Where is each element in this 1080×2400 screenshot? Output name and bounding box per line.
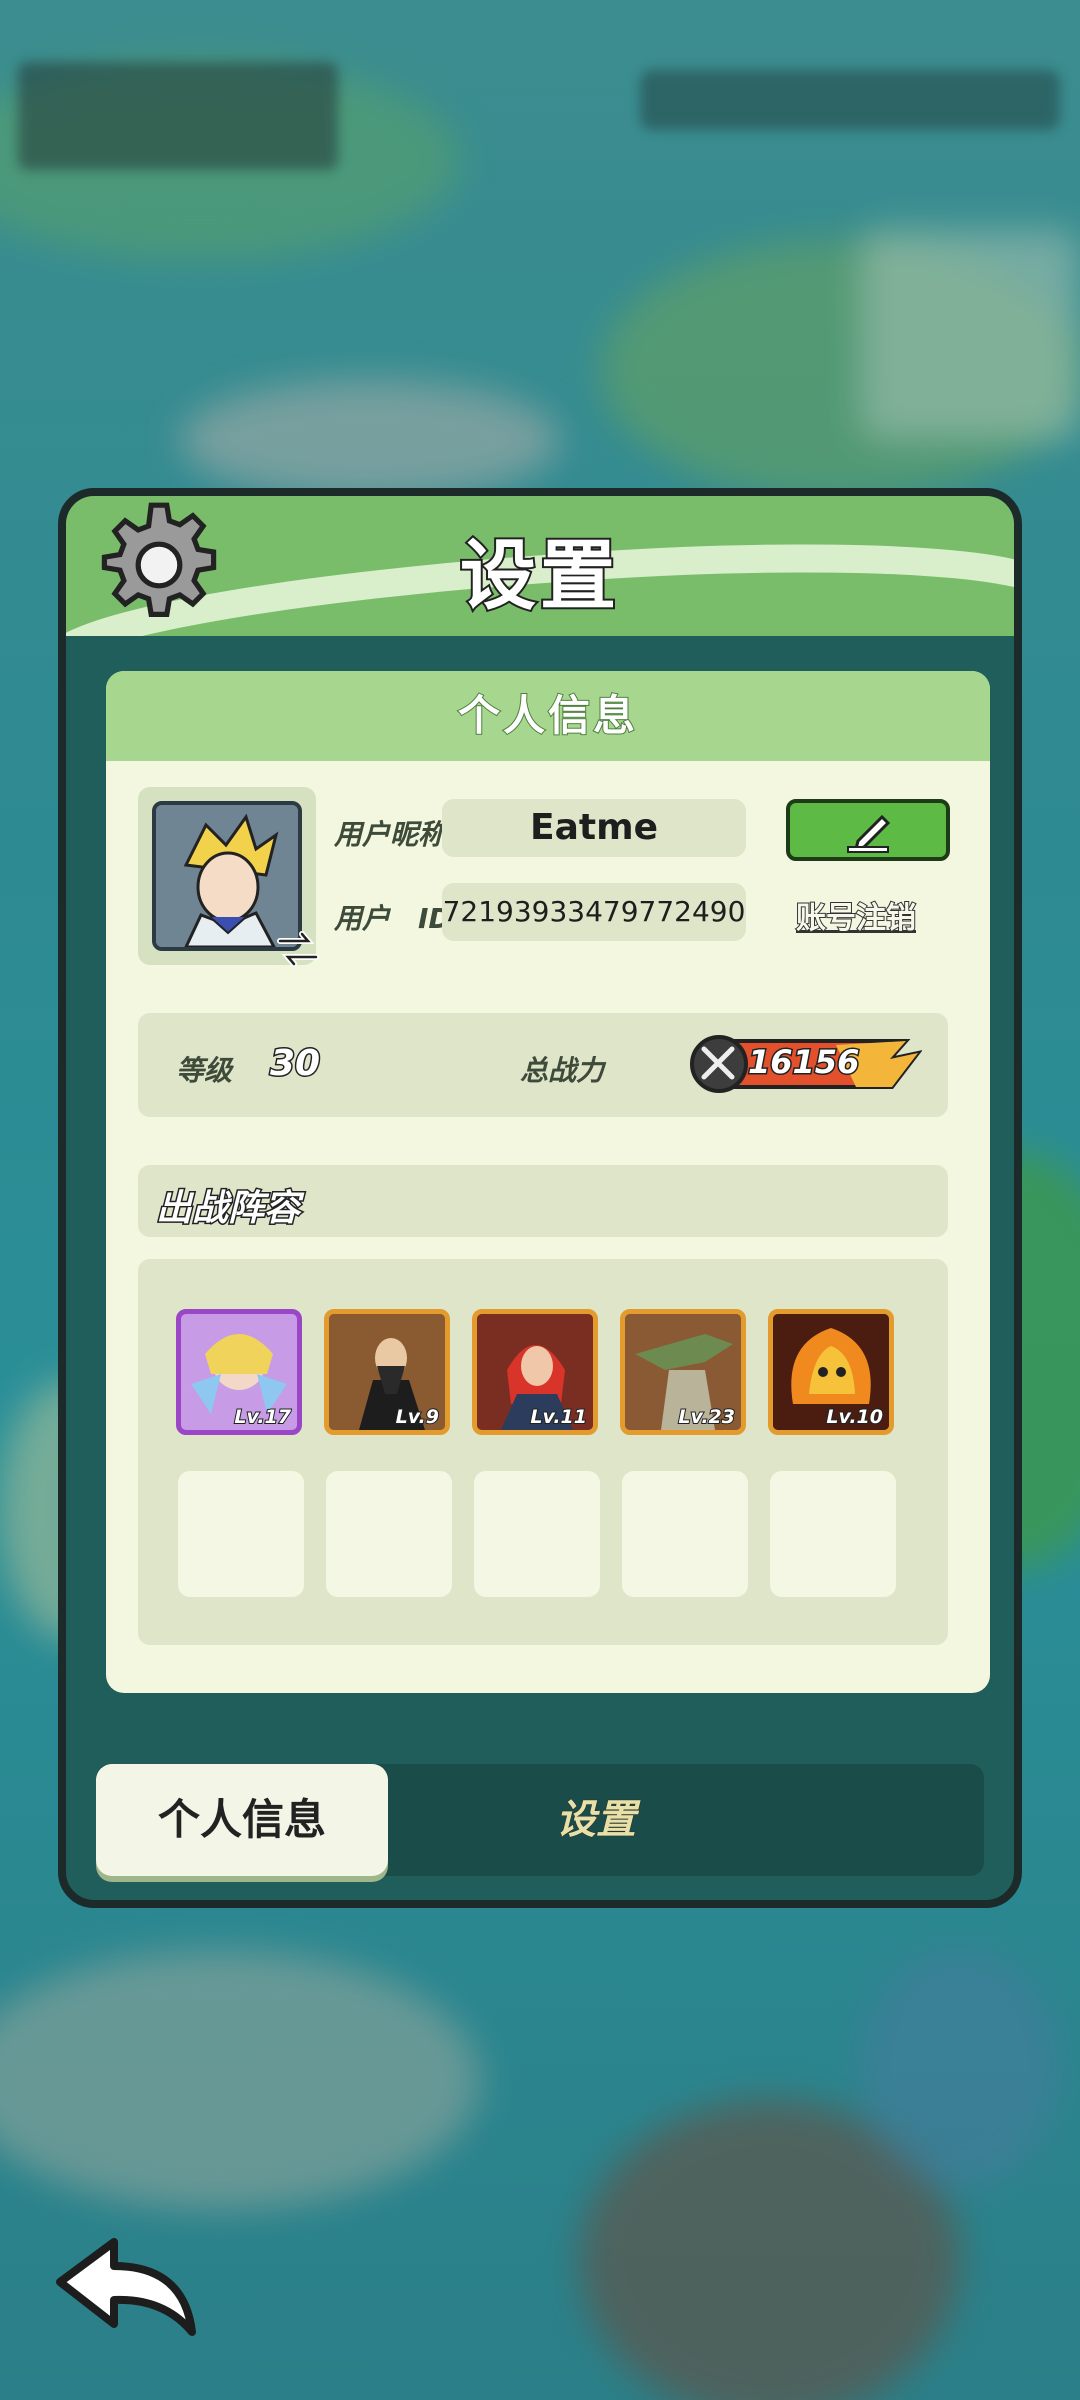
hero-slot-5[interactable]: Lv.10 <box>768 1309 894 1435</box>
lineup-header: 出战阵容 <box>138 1165 948 1237</box>
settings-dialog: 设置 个人信息 用户昵称 Eatme 用户 ID 721939334797724… <box>58 488 1022 1908</box>
user-id-field: 72193933479772490 <box>442 883 746 941</box>
hero-level: Lv.9 <box>395 1405 440 1429</box>
empty-hero-slot[interactable] <box>474 1471 600 1597</box>
nickname-field: Eatme <box>442 799 746 857</box>
hero-level: Lv.11 <box>529 1405 588 1429</box>
pencil-icon <box>847 814 891 853</box>
edit-nickname-button[interactable] <box>786 799 950 861</box>
section-title: 个人信息 <box>106 671 990 761</box>
hero-level: Lv.17 <box>233 1405 292 1429</box>
lineup-title: 出战阵容 <box>154 1187 301 1231</box>
hero-slot-2[interactable]: Lv.9 <box>324 1309 450 1435</box>
level-value: 30 <box>268 1042 321 1086</box>
stats-row: 等级 30 总战力 16156 <box>138 1013 948 1117</box>
hero-level: Lv.10 <box>825 1405 884 1429</box>
hero-slot-3[interactable]: Lv.11 <box>472 1309 598 1435</box>
hero-slot-1[interactable]: Lv.17 <box>176 1309 302 1435</box>
power-label: 总战力 <box>520 1054 605 1087</box>
empty-hero-slot[interactable] <box>178 1471 304 1597</box>
cancel-account-link[interactable]: 账号注销 <box>795 893 917 937</box>
level-label: 等级 <box>176 1054 233 1087</box>
empty-hero-slot[interactable] <box>770 1471 896 1597</box>
swap-arrows-icon[interactable] <box>274 925 322 973</box>
power-value: 16156 <box>746 1042 860 1083</box>
back-arrow-icon[interactable] <box>52 2236 202 2340</box>
tab-settings[interactable]: 设置 <box>496 1764 696 1876</box>
dialog-tabs: 个人信息 设置 <box>96 1764 984 1876</box>
nickname-label: 用户昵称 <box>334 818 447 851</box>
user-id-label: 用户 ID <box>334 902 452 935</box>
empty-hero-slot[interactable] <box>622 1471 748 1597</box>
tab-profile[interactable]: 个人信息 <box>96 1764 388 1876</box>
hero-level: Lv.23 <box>677 1405 736 1429</box>
empty-hero-slot[interactable] <box>326 1471 452 1597</box>
hero-slot-4[interactable]: Lv.23 <box>620 1309 746 1435</box>
profile-content: 个人信息 用户昵称 Eatme 用户 ID 72193933479772490 … <box>106 671 990 1693</box>
dialog-title: 设置 <box>458 529 620 622</box>
avatar-frame[interactable] <box>138 787 319 967</box>
lineup-grid: Lv.17 Lv.9 Lv.11 Lv.23 Lv.10 <box>138 1259 948 1645</box>
